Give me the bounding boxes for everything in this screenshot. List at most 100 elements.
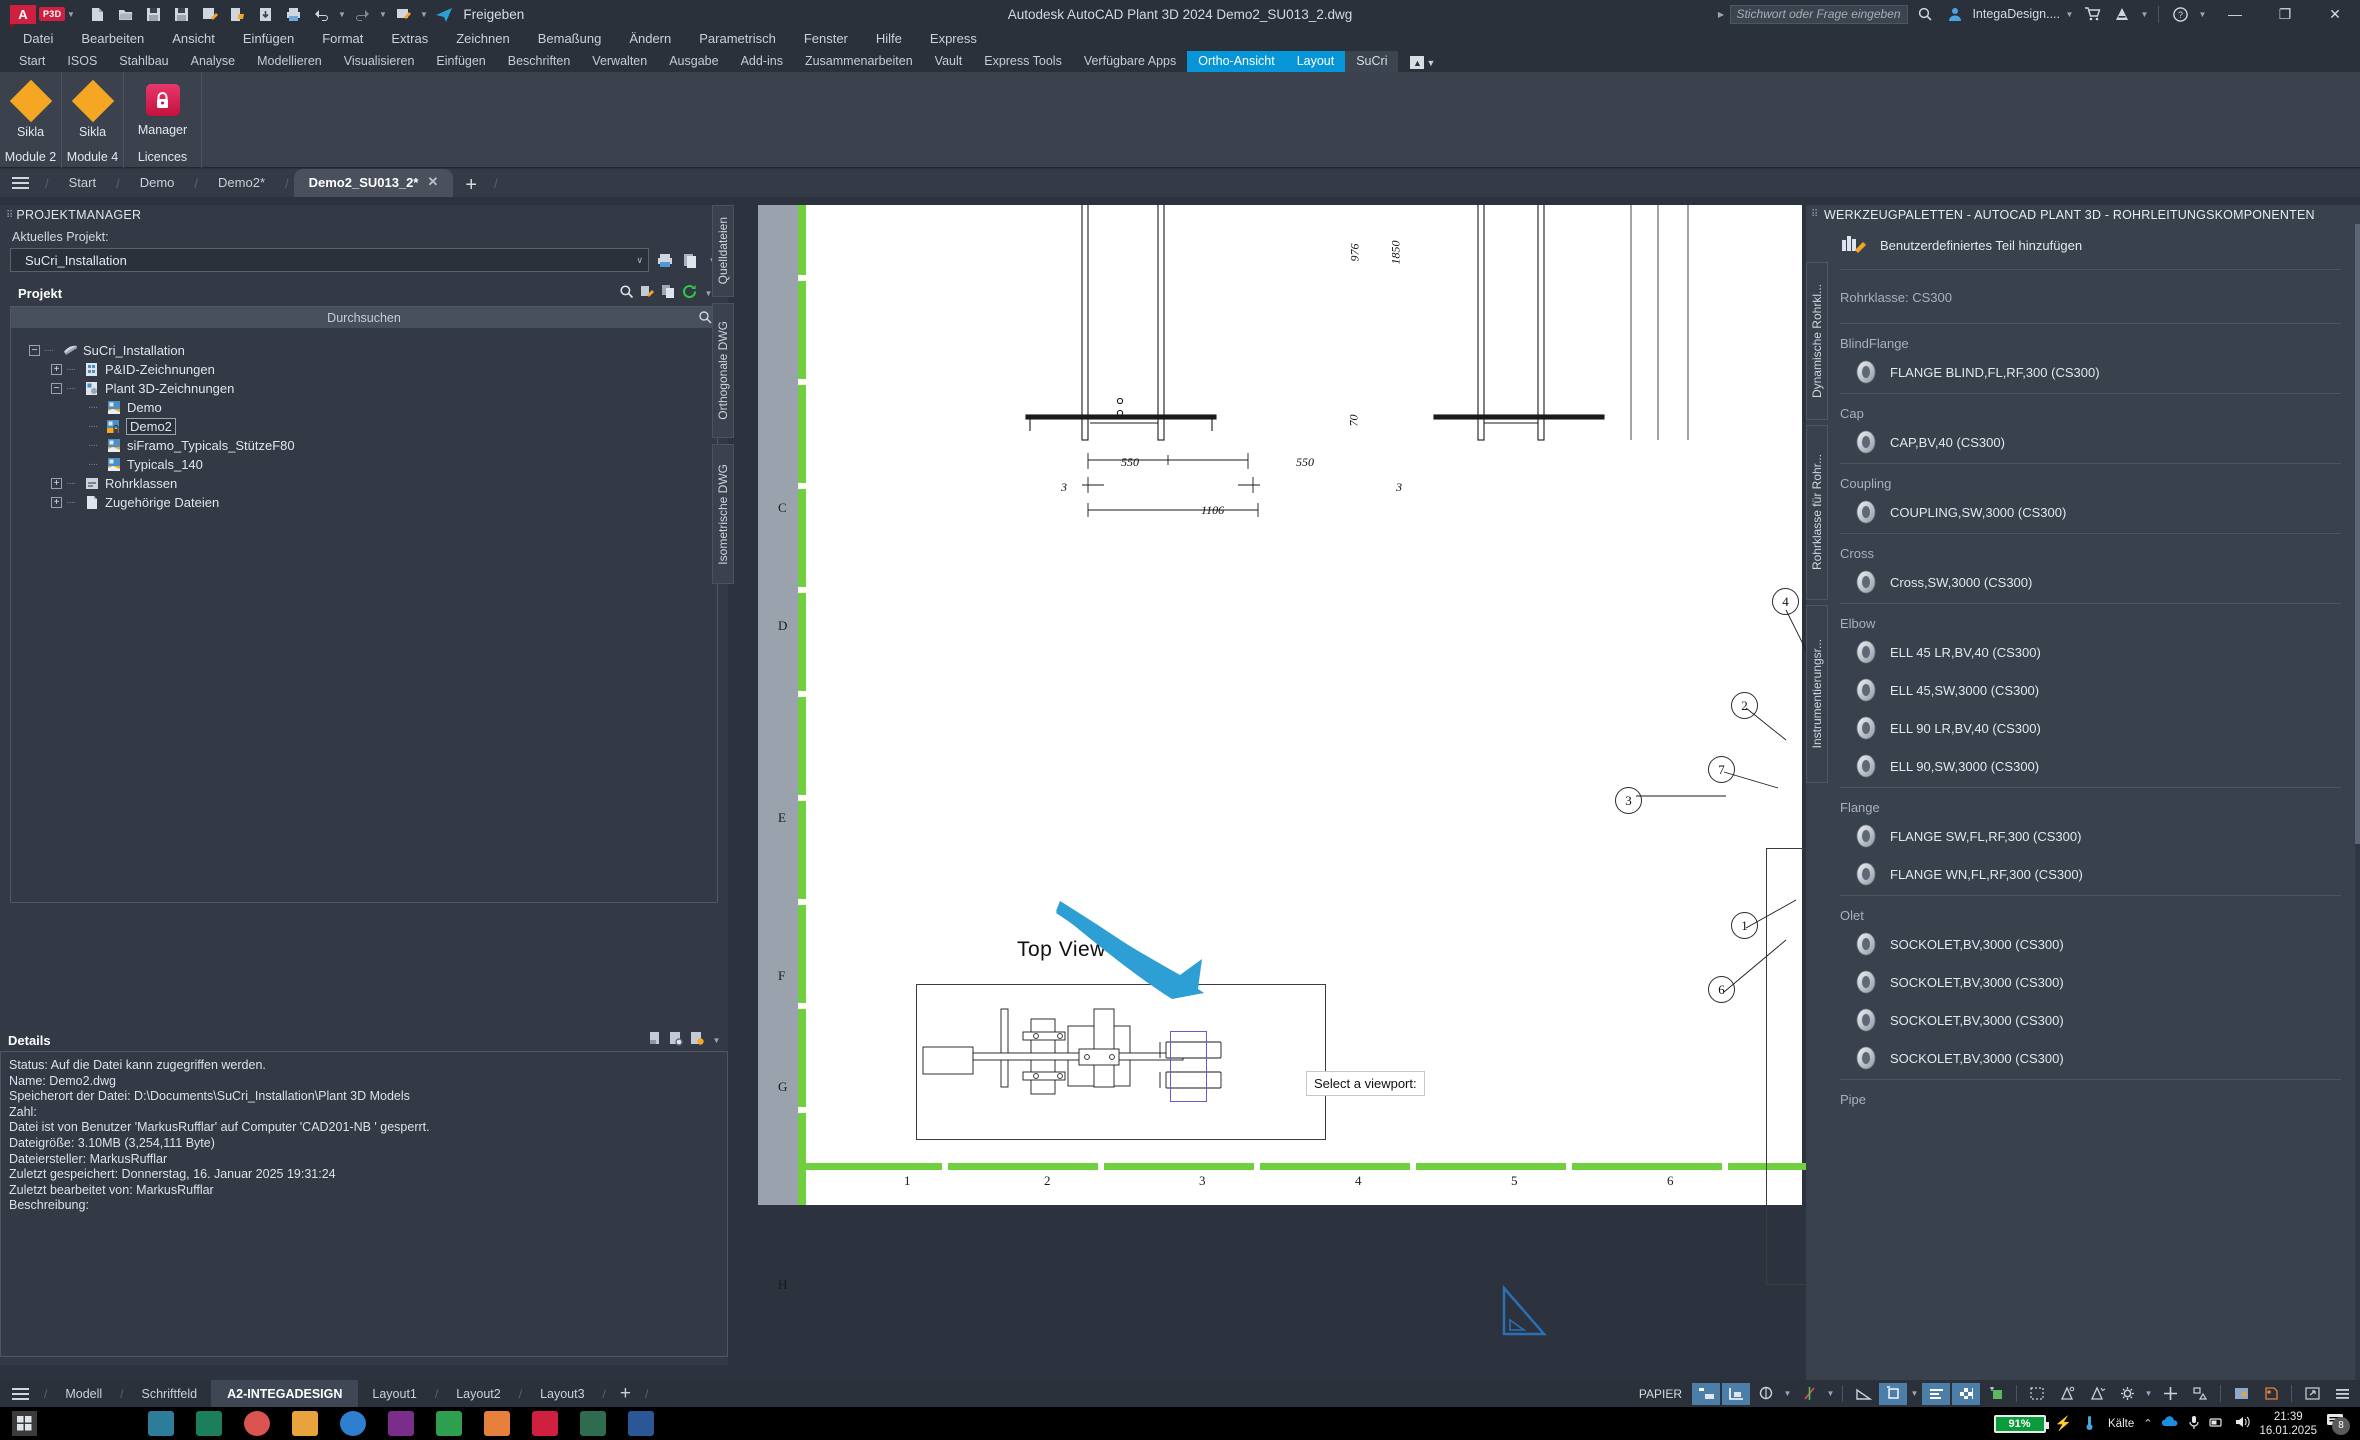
ribbon-tab-vault[interactable]: Vault [924,51,974,72]
menu-item-hilfe[interactable]: Hilfe [863,29,915,49]
lock-viewport-icon[interactable] [1795,1383,1823,1405]
tree-item-demo[interactable]: ···· Demo [29,398,717,417]
help-icon[interactable]: ? [2167,3,2193,25]
minimize-button[interactable]: — [2212,0,2258,28]
battery-indicator[interactable]: 91% [1993,1414,2049,1433]
palette-item[interactable]: SOCKOLET,BV,3000 (CS300) [1828,925,2355,963]
ribbon-minimize-icon[interactable]: ▲ [1410,56,1425,69]
layout-tab-layout1[interactable]: Layout1 [358,1382,430,1406]
tree-expander-icon[interactable]: + [51,364,62,375]
ribbon-tab-verf-gbare-apps[interactable]: Verfügbare Apps [1073,51,1187,72]
ribbon-tab-sucri[interactable]: SuCri [1345,51,1399,72]
isolate-objects-icon[interactable] [1879,1382,1907,1405]
import-icon[interactable] [252,3,278,25]
palette-item[interactable]: SOCKOLET,BV,3000 (CS300) [1828,1039,2355,1077]
menu-item-extras[interactable]: Extras [378,29,441,49]
taskbar-app-autocad-icon[interactable] [532,1411,558,1436]
user-avatar-icon[interactable] [1942,3,1968,25]
qat-customize-icon[interactable]: ▼ [418,10,429,19]
panel-grip-icon[interactable]: ⠿ [6,210,13,221]
tree-item-p-id-zeichnungen[interactable]: + ···· P&ID-Zeichnungen [29,360,717,379]
new-file-icon[interactable] [84,3,110,25]
close-button[interactable]: ✕ [2312,0,2358,28]
palette-item[interactable]: FLANGE BLIND,FL,RF,300 (CS300) [1828,353,2355,391]
save-as-icon[interactable] [168,3,194,25]
undo-dropdown-icon[interactable]: ▼ [336,10,347,19]
doc-tabs-menu-icon[interactable] [0,169,40,197]
chevron-down-icon[interactable]: ∨ [636,255,643,266]
tree-item-zugeh-rige-dateien[interactable]: + ···· Zugehörige Dateien [29,493,717,512]
copy-project-icon[interactable] [681,249,701,271]
drawing-status-warning-icon[interactable] [2227,1383,2255,1405]
side-tab-isometrische-dwg[interactable]: Isometrische DWG [712,444,734,584]
space-mode-label[interactable]: PAPIER [1631,1387,1690,1401]
tree-expander-icon[interactable]: + [51,478,62,489]
cart-icon[interactable] [2079,3,2105,25]
plot-preview-icon[interactable] [390,3,416,25]
palette-item[interactable]: Cross,SW,3000 (CS300) [1828,563,2355,601]
viewport-scale-icon[interactable] [1722,1382,1750,1405]
onedrive-icon[interactable] [2161,1415,2179,1432]
menu-item-einf-gen[interactable]: Einfügen [230,29,307,49]
add-layout-button[interactable]: + [610,1383,641,1405]
tree-search-bar[interactable]: Durchsuchen [11,307,717,328]
volume-icon[interactable] [2234,1415,2251,1432]
tree-expander-icon[interactable]: − [29,345,40,356]
find-icon[interactable] [619,284,634,302]
panel-grip-icon[interactable]: ⠿ [1811,209,1818,220]
tree-item-sucri-installation[interactable]: − ···· SuCri_Installation [29,341,717,360]
tree-item-siframo-typicals-st-tzef80[interactable]: ···· siFramo_Typicals_StützeF80 [29,436,717,455]
start-button-icon[interactable] [12,1411,37,1436]
add-icon[interactable] [2156,1383,2184,1405]
palette-item[interactable]: SOCKOLET,BV,3000 (CS300) [1828,1001,2355,1039]
tree-item-rohrklassen[interactable]: + ···· Rohrklassen [29,474,717,493]
redo-icon[interactable] [349,3,375,25]
taskbar-app-word-icon[interactable] [628,1411,654,1436]
osnap-tracking-icon[interactable] [2083,1383,2111,1405]
share-icon[interactable] [431,3,457,25]
transparency-icon[interactable] [1952,1382,1980,1405]
weather-label[interactable]: Kälte [2108,1418,2134,1430]
taskbar-app-6-icon[interactable] [436,1411,462,1436]
taskbar-app-chrome-icon[interactable] [244,1411,270,1436]
menu-item-express[interactable]: Express [917,29,990,49]
palette-tab-instrumentierungsr[interactable]: Instrumentierungsr... [1806,605,1828,783]
help-dropdown-icon[interactable]: ▼ [2197,10,2208,19]
ribbon-display-options[interactable]: ▲ ▼ [1410,56,1435,72]
layout-tab-schriftfeld[interactable]: Schriftfeld [128,1382,212,1406]
tree-expander-icon[interactable]: − [51,383,62,394]
menu-item--ndern[interactable]: Ändern [616,29,684,49]
ribbon-tab-layout[interactable]: Layout [1285,51,1346,72]
tree-item-demo2[interactable]: ···· Demo2 [29,417,717,436]
layout-tab-a2-integadesign[interactable]: A2-INTEGADESIGN [211,1380,359,1407]
palette-item[interactable]: CAP,BV,40 (CS300) [1828,423,2355,461]
details-properties-icon[interactable] [690,1031,705,1049]
chevron-down-icon[interactable]: ▼ [1825,1389,1836,1398]
taskbar-app-onenote-icon[interactable] [580,1411,606,1436]
menu-item-bearbeiten[interactable]: Bearbeiten [68,29,157,49]
palette-item[interactable]: ELL 45 LR,BV,40 (CS300) [1828,633,2355,671]
tree-item-plant-3d-zeichnungen[interactable]: − ···· Plant 3D-Zeichnungen [29,379,717,398]
palette-tab-dynamische-rohrkl[interactable]: Dynamische Rohrkl... [1806,262,1828,420]
gear-icon[interactable] [2113,1383,2141,1405]
restore-button[interactable]: ❐ [2262,0,2308,28]
microphone-icon[interactable] [2188,1415,2200,1433]
layout-tab-layout3[interactable]: Layout3 [526,1382,598,1406]
doc-tab-demo2-[interactable]: Demo2* [203,170,280,197]
search-icon[interactable] [698,310,712,327]
selection-cycling-icon[interactable] [2023,1383,2051,1405]
menu-item-bema-ung[interactable]: Bemaßung [525,29,615,49]
tree-item-typicals-140[interactable]: ···· Typicals_140 [29,455,717,474]
ribbon-tab-verwalten[interactable]: Verwalten [581,51,658,72]
fullscreen-icon[interactable] [2298,1383,2326,1405]
network-icon[interactable] [2209,1415,2225,1432]
account-dropdown-icon[interactable]: ▼ [2064,10,2075,19]
layout-menu-icon[interactable] [0,1380,40,1408]
chevron-down-icon[interactable]: ▼ [1909,1389,1920,1398]
palette-item[interactable]: ELL 90,SW,3000 (CS300) [1828,747,2355,785]
side-tab-quelldateien[interactable]: Quelldateien [712,205,734,297]
details-preview-icon[interactable] [669,1031,684,1049]
palette-scroll-thumb[interactable] [2355,224,2360,844]
help-search-input[interactable]: Stichwort oder Frage eingeben [1730,4,1909,24]
layout-tab-modell[interactable]: Modell [51,1382,116,1406]
